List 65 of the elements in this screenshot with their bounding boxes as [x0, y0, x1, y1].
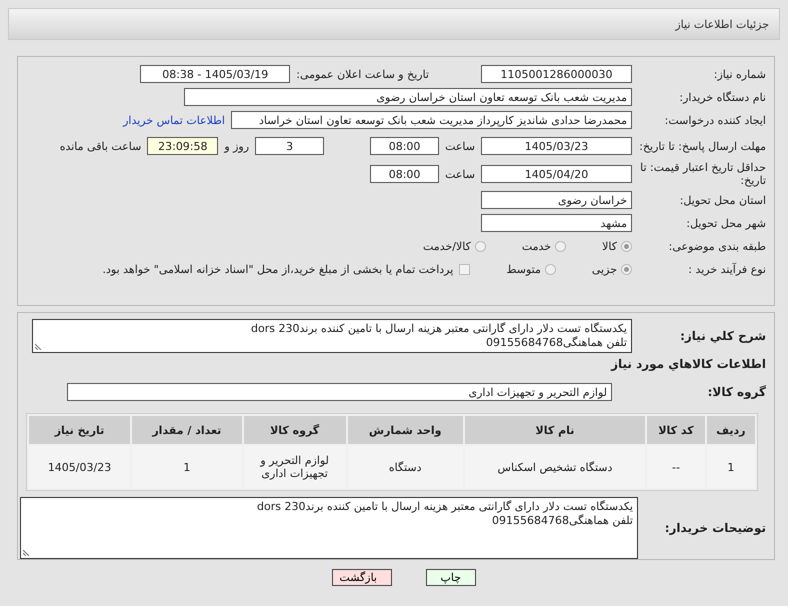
checkbox[interactable]: [459, 264, 470, 274]
column-header: تعداد / مقدار: [132, 416, 242, 444]
field-label: روز و: [224, 140, 250, 152]
field-label: مهلت ارسال پاسخ: تا تاریخ:: [638, 140, 767, 152]
radio-button[interactable]: [544, 264, 556, 274]
field-label: شهر محل تحویل:: [685, 216, 767, 230]
table-cell: 1: [706, 446, 755, 488]
radio-label: کالا/خدمت: [423, 240, 471, 252]
section-title: اطلاعات کالاهاي مورد نياز: [610, 357, 767, 371]
field-label: ساعت: [445, 140, 475, 152]
radio-label: کالا: [602, 240, 617, 252]
buyer-notes-field[interactable]: یکدستگاه تست دلار دارای گارانتی معتبر هزینه ارسال با تامین کننده برندdors 230 تلفن هماهنگی09155684768: [20, 497, 638, 559]
buyer-org-field: مدیریت شعب بانک توسعه تعاون استان خراسان رضوی: [184, 88, 632, 106]
deadline-date-field: 1405/03/23: [481, 137, 632, 155]
deadline-time-field: 08:00: [370, 137, 440, 155]
back-button[interactable]: بازگشت: [332, 569, 392, 586]
province-field: خراسان رضوی: [481, 191, 632, 209]
table-cell: 1: [132, 446, 242, 488]
radio-button[interactable]: [474, 240, 486, 252]
resize-grip-icon[interactable]: [35, 343, 42, 350]
field-label: شماره نیاز:: [712, 68, 767, 80]
field-label: تاریخ و ساعت اعلان عمومی:: [296, 68, 429, 80]
column-header: نام کالا: [464, 416, 646, 444]
checkbox-label: پرداخت تمام یا بخشی از مبلغ خرید،از محل "اسناد خزانه اسلامی" خواهد بود.: [102, 262, 454, 276]
days-field: 3: [255, 137, 324, 155]
table-cell: لوازم التحریر و تجهیزات اداری: [244, 446, 346, 488]
print-button[interactable]: چاپ: [426, 569, 476, 586]
field-label: ایجاد کننده درخواست:: [664, 114, 767, 126]
radio-button[interactable]: [621, 264, 632, 274]
need-number-field: 1105001286000030: [481, 65, 632, 83]
description-field[interactable]: یکدستگاه تست دلار دارای گارانتی معتبر هزینه ارسال با تامین کننده برندdors 230 تلفن هماهنگی09155684768: [32, 319, 632, 353]
validity-time-field: 08:00: [370, 165, 440, 183]
radio-label: جزیی: [592, 262, 617, 276]
field-label: ساعت: [445, 168, 475, 180]
validity-date-field: 1405/04/20: [481, 165, 632, 183]
table-cell: دستگاه تشخیص اسکناس: [464, 446, 646, 488]
resize-grip-icon[interactable]: [23, 549, 30, 556]
radio-button[interactable]: [621, 240, 632, 252]
radio-label: خدمت: [522, 240, 552, 252]
announce-date-field: 1405/03/19 - 08:38: [140, 65, 290, 83]
remaining-time-field: 23:09:58: [147, 137, 218, 155]
column-header: کد کالا: [647, 416, 705, 444]
column-header: تاریخ نیاز: [29, 416, 130, 444]
field-label: توضیحات خریدار:: [664, 521, 767, 535]
field-label: شرح کلي نياز:: [679, 329, 767, 343]
goods-group-field: لوازم التحریر و تجهیزات اداری: [67, 383, 612, 401]
field-label: نام دستگاه خریدار:: [678, 90, 767, 104]
city-field: مشهد: [481, 214, 632, 232]
column-header: گروه کالا: [244, 416, 346, 444]
field-label: استان محل تحویل:: [678, 194, 767, 206]
table-cell: دستگاه: [348, 446, 463, 488]
field-label: نوع فرآیند خرید :: [687, 262, 767, 276]
field-label: حداقل تاریخ اعتبار قیمت: تا تاریخ:: [639, 161, 767, 187]
page-title: جزئیات اطلاعات نیاز: [675, 18, 769, 30]
field-label: گروه کالا:: [706, 385, 767, 399]
table-cell: --: [647, 446, 705, 488]
column-header: واحد شمارش: [348, 416, 463, 444]
table-cell: 1405/03/23: [29, 446, 130, 488]
field-label: ساعت باقی مانده: [60, 140, 142, 152]
radio-label: متوسط: [506, 262, 541, 276]
field-label: طبقه بندی موضوعی:: [668, 240, 767, 252]
radio-button[interactable]: [555, 240, 566, 252]
buyer-contact-link[interactable]: اطلاعات تماس خریدار: [123, 114, 225, 126]
column-header: ردیف: [706, 416, 755, 444]
creator-field: محمدرضا حدادی شاندیز کارپرداز مدیریت شعب بانک توسعه تعاون استان خراساد: [231, 111, 632, 129]
